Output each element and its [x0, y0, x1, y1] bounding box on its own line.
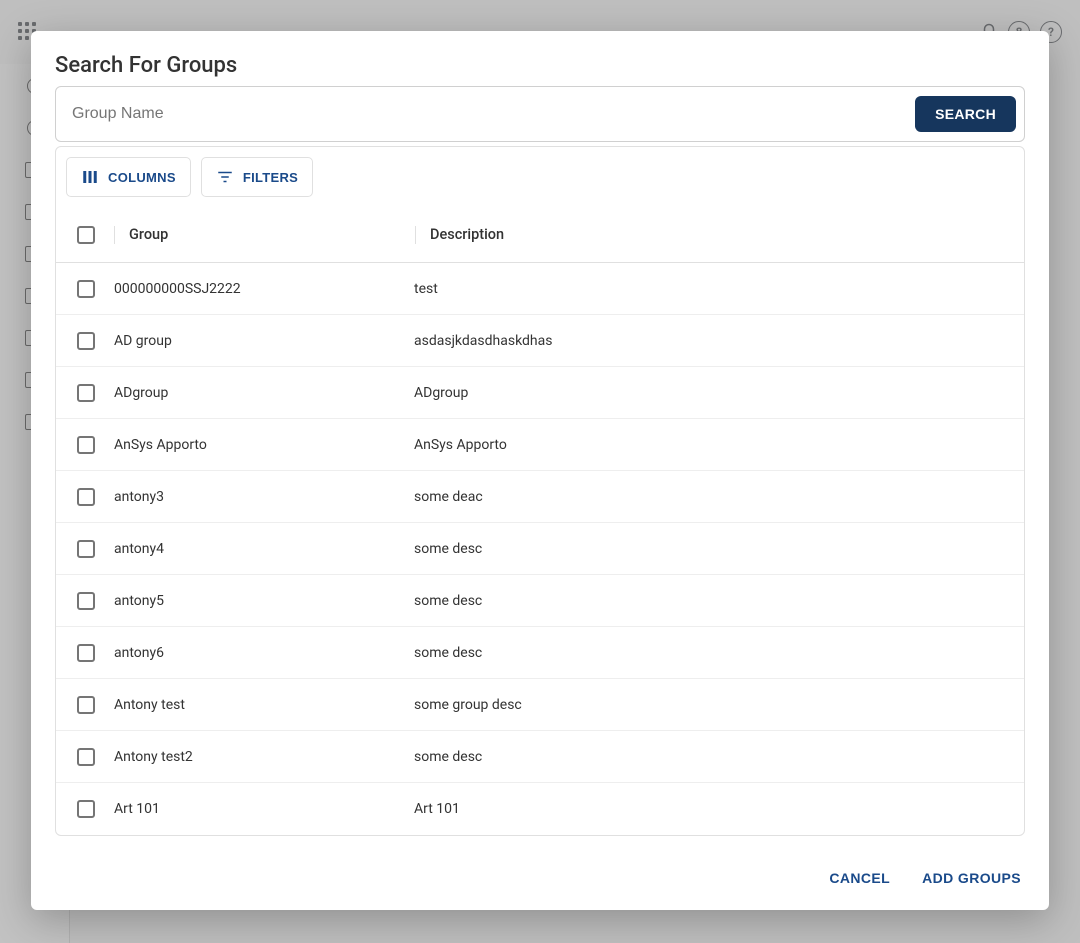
column-header-description[interactable]: Description: [430, 226, 1024, 243]
row-checkbox[interactable]: [77, 540, 95, 558]
cell-description: test: [414, 281, 1024, 297]
table-row[interactable]: antony5some desc: [56, 575, 1024, 627]
filters-icon: [216, 168, 234, 186]
table-row[interactable]: 000000000SSJ2222test: [56, 263, 1024, 315]
cell-description: asdasjkdasdhaskdhas: [414, 333, 1024, 349]
table-row[interactable]: AnSys ApportoAnSys Apporto: [56, 419, 1024, 471]
cell-description: some desc: [414, 749, 1024, 765]
search-button[interactable]: SEARCH: [915, 96, 1016, 132]
dialog-title: Search For Groups: [31, 31, 1049, 86]
cell-description: some group desc: [414, 697, 1024, 713]
cell-description: ADgroup: [414, 385, 1024, 401]
cell-description: some deac: [414, 489, 1024, 505]
cell-description: some desc: [414, 645, 1024, 661]
cell-description: some desc: [414, 541, 1024, 557]
cell-description: some desc: [414, 593, 1024, 609]
search-row: SEARCH: [55, 86, 1025, 142]
table-row[interactable]: Art 101Art 101: [56, 783, 1024, 835]
row-checkbox[interactable]: [77, 280, 95, 298]
row-checkbox[interactable]: [77, 332, 95, 350]
column-separator: [415, 226, 416, 244]
row-checkbox[interactable]: [77, 696, 95, 714]
cell-group: AnSys Apporto: [114, 437, 414, 453]
row-checkbox[interactable]: [77, 384, 95, 402]
cancel-button[interactable]: CANCEL: [825, 864, 894, 892]
cell-description: Art 101: [414, 801, 1024, 817]
table-header: Group Description: [56, 207, 1024, 263]
dialog-actions: CANCEL ADD GROUPS: [31, 846, 1049, 910]
table-row[interactable]: antony3some deac: [56, 471, 1024, 523]
cell-group: antony4: [114, 541, 414, 557]
cell-group: AD group: [114, 333, 414, 349]
columns-button-label: COLUMNS: [108, 170, 176, 185]
dialog-body: SEARCH COLUMNS FILTERS Group: [31, 86, 1049, 846]
filters-button[interactable]: FILTERS: [201, 157, 313, 197]
filters-button-label: FILTERS: [243, 170, 298, 185]
table-row[interactable]: Antony testsome group desc: [56, 679, 1024, 731]
row-checkbox[interactable]: [77, 436, 95, 454]
cell-group: antony6: [114, 645, 414, 661]
table-row[interactable]: antony6some desc: [56, 627, 1024, 679]
cell-group: antony5: [114, 593, 414, 609]
cell-description: AnSys Apporto: [414, 437, 1024, 453]
grid-toolbar: COLUMNS FILTERS: [56, 147, 1024, 207]
row-checkbox[interactable]: [77, 488, 95, 506]
search-groups-dialog: Search For Groups SEARCH COLUMNS FILTERS: [31, 31, 1049, 910]
row-checkbox[interactable]: [77, 644, 95, 662]
column-header-group[interactable]: Group: [129, 226, 415, 243]
row-checkbox[interactable]: [77, 592, 95, 610]
cell-group: Antony test2: [114, 749, 414, 765]
columns-button[interactable]: COLUMNS: [66, 157, 191, 197]
add-groups-button[interactable]: ADD GROUPS: [918, 864, 1025, 892]
select-all-checkbox[interactable]: [77, 226, 95, 244]
group-name-input[interactable]: [70, 104, 915, 124]
columns-icon: [81, 168, 99, 186]
table-row[interactable]: AD groupasdasjkdasdhaskdhas: [56, 315, 1024, 367]
cell-group: antony3: [114, 489, 414, 505]
table-row[interactable]: ADgroupADgroup: [56, 367, 1024, 419]
cell-group: Art 101: [114, 801, 414, 817]
table-body: 000000000SSJ2222testAD groupasdasjkdasdh…: [56, 263, 1024, 835]
results-grid: COLUMNS FILTERS Group Description 000000…: [55, 146, 1025, 836]
table-row[interactable]: antony4some desc: [56, 523, 1024, 575]
cell-group: 000000000SSJ2222: [114, 281, 414, 297]
row-checkbox[interactable]: [77, 748, 95, 766]
column-separator: [114, 226, 115, 244]
table-row[interactable]: Antony test2some desc: [56, 731, 1024, 783]
cell-group: Antony test: [114, 697, 414, 713]
cell-group: ADgroup: [114, 385, 414, 401]
row-checkbox[interactable]: [77, 800, 95, 818]
